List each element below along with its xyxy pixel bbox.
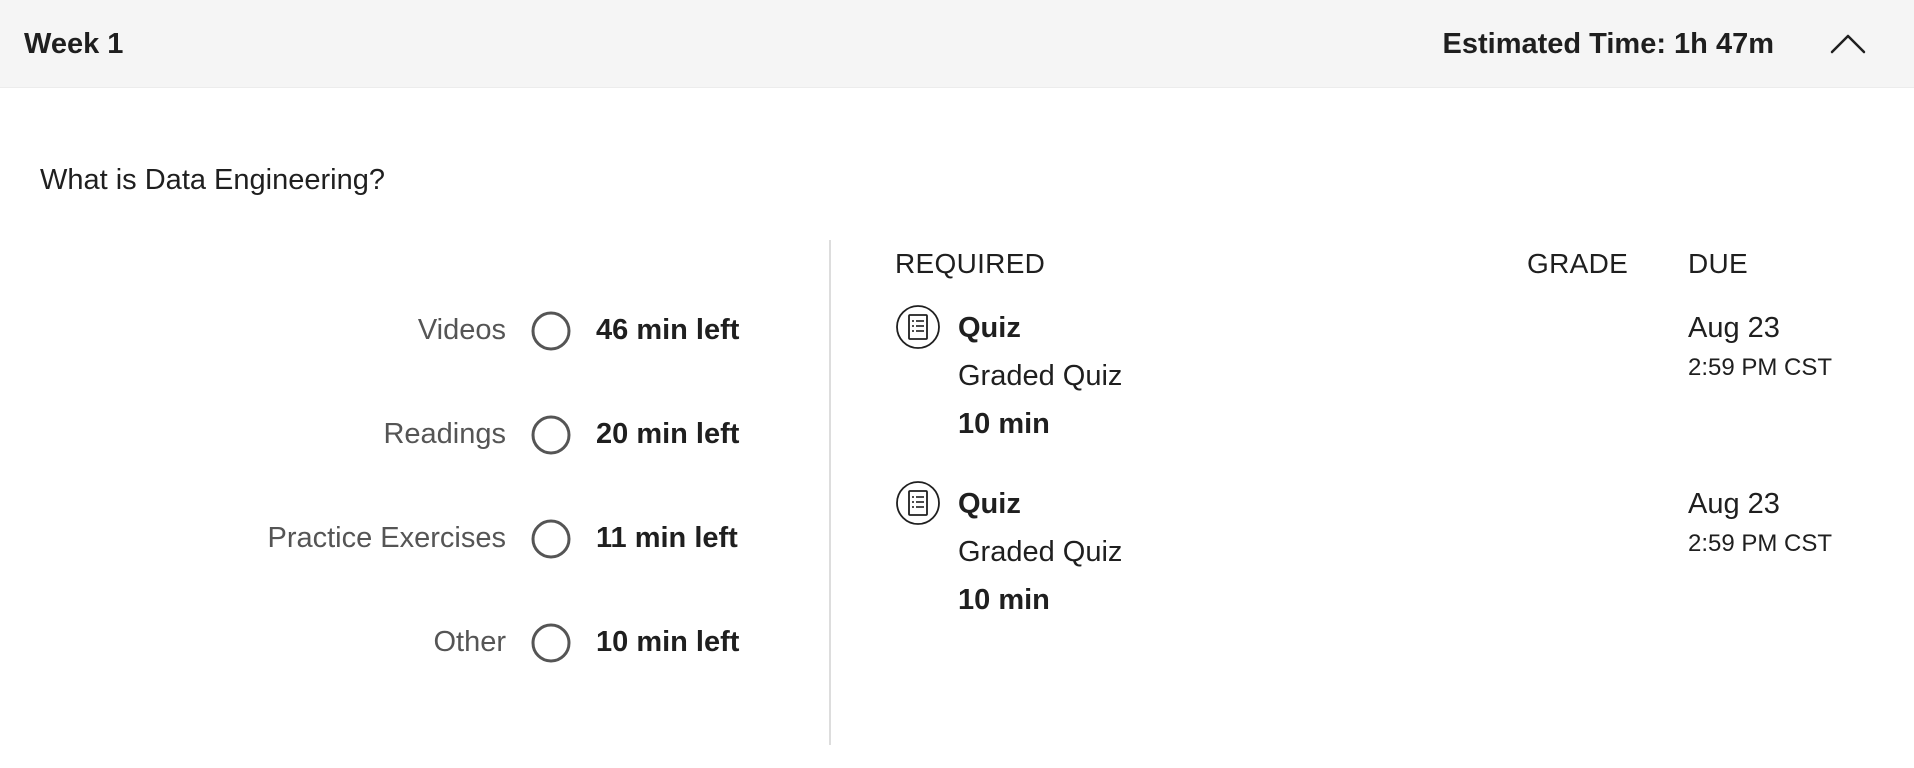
progress-time-left: 20 min left [596, 418, 740, 450]
week-title: Week 1 [24, 28, 124, 60]
item-due-time: 2:59 PM CST [1688, 530, 1833, 557]
column-header-grade: GRADE [1527, 248, 1629, 279]
progress-time-left: 11 min left [596, 522, 738, 554]
chevron-up-icon[interactable] [1828, 26, 1868, 60]
progress-row-other: Other 10 min left [0, 612, 760, 672]
progress-label: Other [433, 626, 506, 658]
assignment-item-quiz-2[interactable]: Quiz Graded Quiz 10 min Aug 23 2:59 PM C… [895, 480, 1835, 630]
progress-row-readings: Readings 20 min left [0, 404, 760, 464]
progress-row-videos: Videos 46 min left [0, 300, 760, 360]
progress-row-practice-exercises: Practice Exercises 11 min left [0, 508, 760, 568]
item-type: Graded Quiz [958, 536, 1123, 568]
item-title[interactable]: Quiz [958, 488, 1021, 521]
column-header-due: DUE [1688, 248, 1749, 279]
progress-ring-icon [531, 311, 571, 351]
assignment-item-quiz-1[interactable]: Quiz Graded Quiz 10 min Aug 23 2:59 PM C… [895, 304, 1835, 454]
item-title[interactable]: Quiz [958, 312, 1021, 345]
item-type: Graded Quiz [958, 360, 1123, 392]
quiz-icon [896, 305, 940, 349]
estimated-time: Estimated Time: 1h 47m [1442, 28, 1774, 60]
progress-ring-icon [531, 415, 571, 455]
week-header[interactable]: Week 1 Estimated Time: 1h 47m [0, 0, 1914, 88]
item-duration: 10 min [958, 584, 1050, 616]
item-due-date: Aug 23 [1688, 488, 1780, 520]
item-due-date: Aug 23 [1688, 312, 1780, 344]
quiz-icon [896, 481, 940, 525]
progress-ring-icon [531, 519, 571, 559]
progress-time-left: 10 min left [596, 626, 740, 658]
progress-label: Readings [383, 418, 506, 450]
progress-label: Practice Exercises [267, 522, 506, 554]
item-duration: 10 min [958, 408, 1050, 440]
column-header-required: REQUIRED [895, 248, 1046, 279]
item-due-time: 2:59 PM CST [1688, 354, 1833, 381]
progress-ring-icon [531, 623, 571, 663]
vertical-divider [829, 240, 831, 745]
module-title: What is Data Engineering? [40, 164, 385, 196]
progress-label: Videos [417, 314, 506, 346]
progress-time-left: 46 min left [596, 314, 740, 346]
